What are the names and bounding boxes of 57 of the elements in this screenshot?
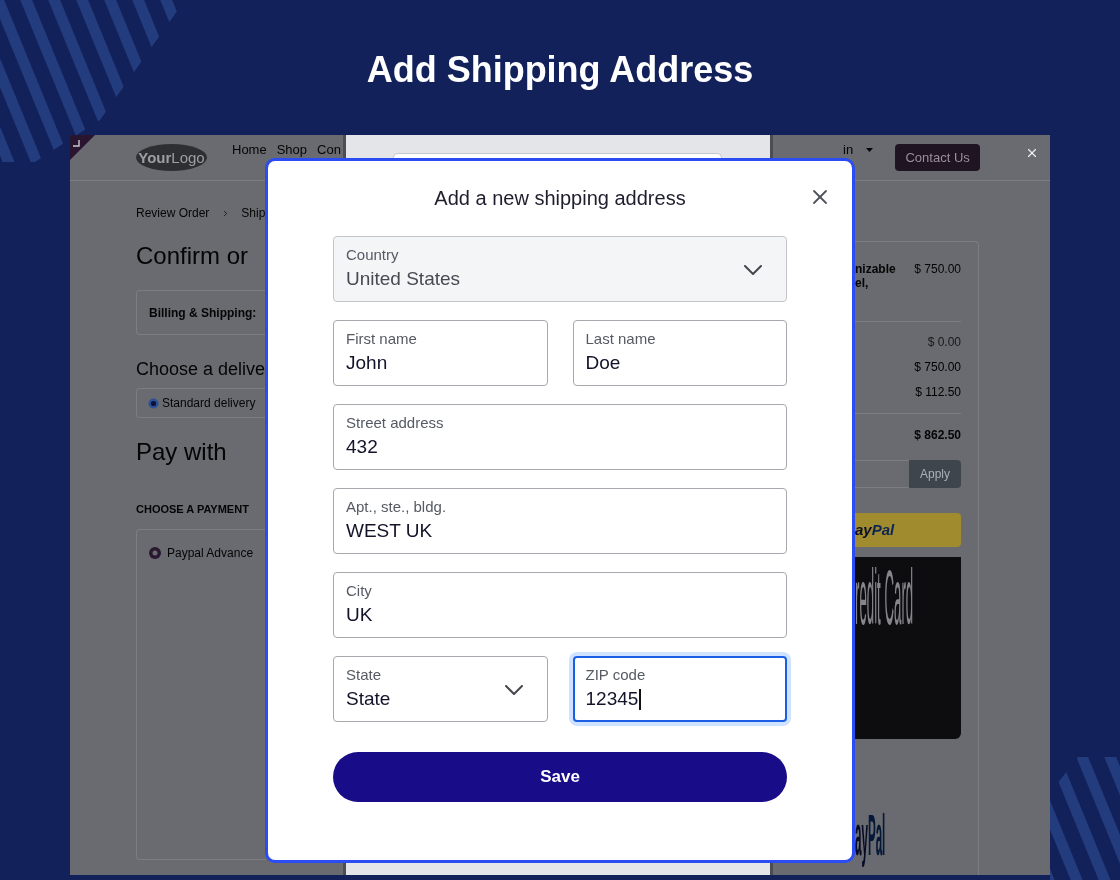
field-value: John xyxy=(346,351,388,375)
input-field[interactable]: Apt., ste., bldg. WEST UK xyxy=(333,488,787,554)
field-value: 12345 xyxy=(585,687,639,711)
field-label: ZIP code xyxy=(585,666,646,684)
credit-card-button[interactable]: redit Card xyxy=(855,557,961,739)
corner-triangle-icon xyxy=(70,135,95,160)
nav-link[interactable]: Shop xyxy=(276,143,308,156)
caret-down-icon xyxy=(866,148,874,152)
contact-button[interactable]: Contact Us xyxy=(895,144,981,171)
save-button[interactable]: Save xyxy=(333,752,787,802)
input-field[interactable]: Street address 432 xyxy=(333,404,787,470)
chevron-down-icon xyxy=(504,685,523,695)
select-field[interactable]: State State xyxy=(333,656,548,722)
breadcrumb-link[interactable]: Ship xyxy=(241,206,266,220)
amount-value: $ 0.00 xyxy=(927,335,961,349)
field-value: United States xyxy=(346,267,461,291)
field-label: First name xyxy=(346,330,417,348)
dialog-title: Add a new shipping address xyxy=(434,186,686,210)
field-label: State xyxy=(346,666,382,684)
product-name: nizable el, xyxy=(855,262,896,290)
radio-icon[interactable] xyxy=(149,547,161,559)
user-menu[interactable]: in xyxy=(843,143,854,156)
paypal-button[interactable]: ayPal xyxy=(855,513,961,547)
field-value: State xyxy=(346,687,391,711)
field-label: Apt., ste., bldg. xyxy=(346,498,447,516)
billing-label: Billing & Shipping: xyxy=(149,305,257,320)
section-heading: Choose a delive xyxy=(136,358,266,380)
delivery-option-label: Standard delivery xyxy=(162,396,256,410)
field-value: UK xyxy=(346,603,373,627)
page-heading: Confirm or xyxy=(136,242,249,270)
field-value: WEST UK xyxy=(346,519,433,543)
chevron-down-icon xyxy=(744,265,762,275)
field-value: 432 xyxy=(346,435,378,459)
section-heading: Pay with xyxy=(136,438,227,466)
input-field[interactable]: First name John xyxy=(333,320,548,386)
breadcrumb-link[interactable]: Review Order xyxy=(136,206,210,220)
product-price: $ 750.00 xyxy=(914,262,961,276)
input-field[interactable]: Last name Doe xyxy=(572,320,787,386)
field-label: City xyxy=(346,582,372,600)
nav-link[interactable]: Home xyxy=(232,143,267,156)
page-title: Add Shipping Address xyxy=(366,48,754,92)
text-cursor-icon xyxy=(639,688,642,710)
field-label: Country xyxy=(346,246,399,264)
field-label: Last name xyxy=(585,330,656,348)
amount-value: $ 112.50 xyxy=(915,385,961,399)
payment-heading: CHOOSE A PAYMENT xyxy=(136,503,249,516)
input-field[interactable]: City UK xyxy=(333,572,787,638)
total-value: $ 862.50 xyxy=(914,428,961,442)
paypal-logo: ayPal xyxy=(855,805,887,865)
field-value: Doe xyxy=(585,351,621,375)
payment-option-label: Paypal Advance xyxy=(167,546,254,560)
field-label: Street address xyxy=(346,414,444,432)
amount-value: $ 750.00 xyxy=(914,360,961,374)
radio-icon[interactable] xyxy=(148,397,159,409)
logo[interactable]: YourLogo xyxy=(136,144,207,171)
apply-button[interactable]: Apply xyxy=(909,460,961,488)
nav-link[interactable]: Con xyxy=(317,143,341,156)
